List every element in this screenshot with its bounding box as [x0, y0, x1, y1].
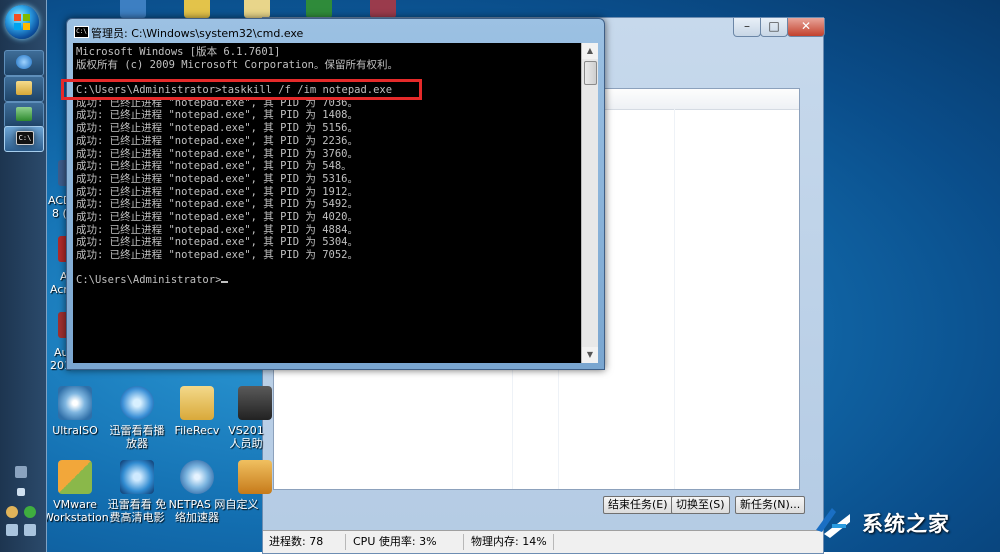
command-highlight-box [61, 79, 422, 100]
taskbar-explorer-button[interactable] [4, 76, 44, 102]
vs-shortcut-label: VS201 人员助 [228, 424, 264, 450]
network-icon[interactable] [6, 524, 18, 536]
console-line: 成功: 已终止进程 "notepad.exe", 其 PID 为 1408。 [76, 109, 359, 122]
cmd-window-icon[interactable]: C:\ [74, 26, 89, 38]
vmware-label: VMware Workstation [43, 498, 109, 524]
custom-shortcut-label: 自定义 [225, 498, 259, 511]
scrollbar[interactable]: ▲ ▼ [581, 43, 598, 363]
scroll-up-button[interactable]: ▲ [582, 43, 598, 59]
console-line: 成功: 已终止进程 "notepad.exe", 其 PID 为 4884。 [76, 223, 359, 236]
xunlei-movie-icon[interactable] [120, 460, 154, 494]
system-tray [0, 462, 46, 552]
ultraiso-icon[interactable] [58, 386, 92, 420]
excel-icon[interactable] [306, 0, 332, 18]
console-line: 成功: 已终止进程 "notepad.exe", 其 PID 为 5316。 [76, 172, 359, 185]
close-button[interactable]: ✕ [787, 18, 825, 37]
start-button[interactable] [5, 5, 39, 39]
desktop-label-acd-2: 8 ( [52, 207, 67, 220]
vs-shortcut-icon[interactable] [238, 386, 272, 420]
console-line: 成功: 已终止进程 "notepad.exe", 其 PID 为 7052。 [76, 249, 359, 261]
console-line: 成功: 已终止进程 "notepad.exe", 其 PID 为 548。 [76, 160, 352, 173]
desktop: ACD 8 ( A Acr Au 201 – □ ✕ 结束任务(E) 切换至(S… [0, 0, 1000, 554]
scroll-down-button[interactable]: ▼ [582, 347, 598, 363]
taskbar-ie-button[interactable] [4, 50, 44, 76]
folder-icon[interactable] [180, 386, 214, 420]
end-task-button[interactable]: 结束任务(E) [603, 496, 673, 514]
console-line: 成功: 已终止进程 "notepad.exe", 其 PID 为 1912。 [76, 185, 359, 198]
console-line: C:\Users\Administrator> [76, 274, 398, 287]
minimize-button[interactable]: – [733, 18, 761, 37]
netpas-label: NETPAS 网络加速器 [168, 498, 226, 524]
desktop-icon-top-3[interactable] [244, 0, 270, 18]
windows-logo-icon [14, 14, 30, 30]
watermark: 系统之家 [800, 494, 1000, 552]
console-line: 成功: 已终止进程 "notepad.exe", 其 PID 为 5492。 [76, 198, 359, 211]
cpu-usage: CPU 使用率: 3% [353, 535, 437, 548]
keyboard-icon[interactable] [15, 466, 27, 478]
switch-to-button[interactable]: 切换至(S) [671, 496, 730, 514]
taskbar: C:\ [0, 0, 47, 552]
xunlei-player-label: 迅雷看看播放器 [109, 424, 165, 450]
console-line: 成功: 已终止进程 "notepad.exe", 其 PID 为 2236。 [76, 134, 359, 147]
cmd-window: C:\ 管理员: C:\Windows\system32\cmd.exe Mic… [66, 18, 605, 370]
taskbar-taskmgr-button[interactable] [4, 102, 44, 128]
desktop-icon-top-5[interactable] [370, 0, 396, 18]
console-line: 成功: 已终止进程 "notepad.exe", 其 PID 为 3760。 [76, 147, 359, 160]
console-line: 成功: 已终止进程 "notepad.exe", 其 PID 为 4020。 [76, 210, 359, 223]
add-icon[interactable] [24, 506, 36, 518]
text-cursor [221, 281, 229, 284]
xunlei-player-icon[interactable] [120, 386, 154, 420]
console-line: 成功: 已终止进程 "notepad.exe", 其 PID 为 5304。 [76, 236, 359, 249]
taskbar-cmd-button[interactable]: C:\ [4, 126, 44, 152]
netpas-icon[interactable] [180, 460, 214, 494]
task-manager-icon [16, 107, 32, 121]
custom-shortcut-icon[interactable] [238, 460, 272, 494]
show-hidden-icons-button[interactable] [17, 488, 25, 496]
task-manager-statusbar: 进程数: 78 CPU 使用率: 3% 物理内存: 14% [263, 530, 823, 553]
column-divider [674, 109, 675, 489]
explorer-icon [16, 81, 32, 95]
desktop-icon-top-1[interactable] [120, 0, 146, 18]
watermark-text: 系统之家 [862, 512, 950, 536]
maximize-button[interactable]: □ [760, 18, 788, 37]
new-task-button[interactable]: 新任务(N)... [735, 496, 806, 514]
console-line: 版权所有 (c) 2009 Microsoft Corporation。保留所有… [76, 58, 398, 71]
ie-icon [16, 55, 32, 69]
vmware-icon[interactable] [58, 460, 92, 494]
cmd-icon: C:\ [16, 131, 34, 145]
watermark-logo-icon [816, 508, 850, 538]
console-line: 成功: 已终止进程 "notepad.exe", 其 PID 为 5156。 [76, 122, 359, 135]
xunlei-movie-label: 迅雷看看 免费高清电影 [107, 498, 167, 524]
ultraiso-label: UltraISO [52, 424, 98, 437]
filerecv-label: FileRecv [174, 424, 220, 437]
cmd-window-title: 管理员: C:\Windows\system32\cmd.exe [91, 27, 304, 40]
process-count: 进程数: 78 [269, 535, 324, 548]
user-icon[interactable] [6, 506, 18, 518]
scroll-thumb[interactable] [584, 61, 597, 85]
desktop-icon-top-2[interactable] [184, 0, 210, 18]
volume-icon[interactable] [24, 524, 36, 536]
console-line: Microsoft Windows [版本 6.1.7601] [76, 46, 281, 58]
memory-usage: 物理内存: 14% [471, 535, 547, 548]
